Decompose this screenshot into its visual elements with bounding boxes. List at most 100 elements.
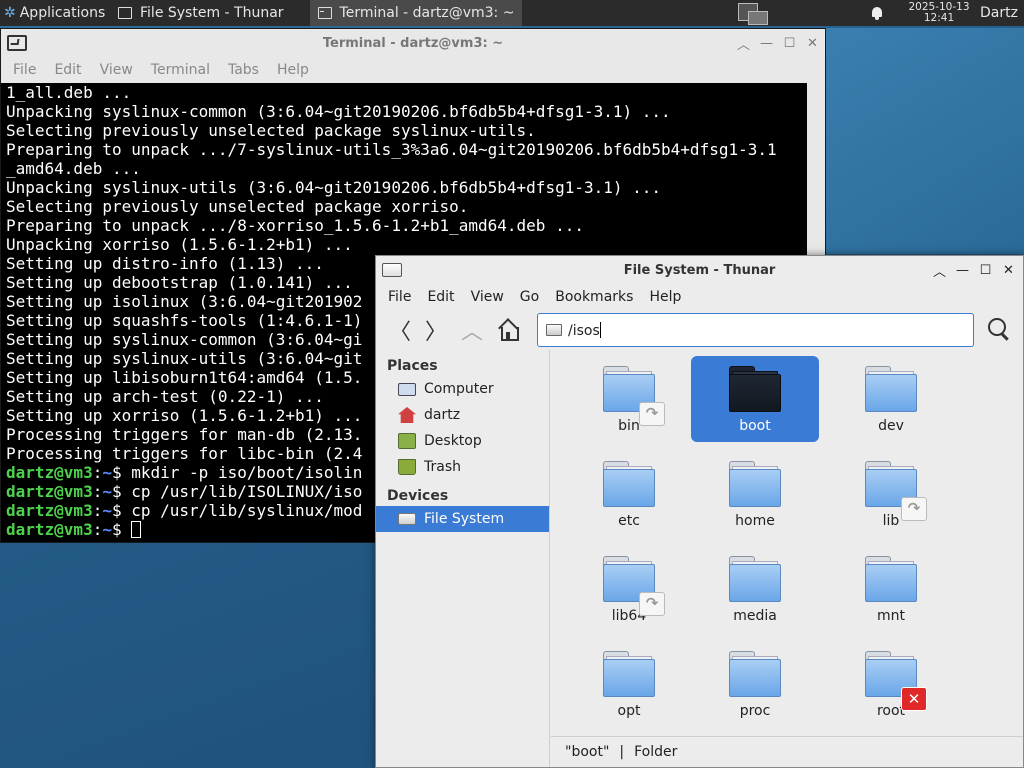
workspace-window-icon (748, 11, 768, 25)
folder-icon (601, 649, 657, 699)
drive-app-icon (382, 263, 402, 277)
file-view[interactable]: bin boot dev etc home lib lib64 media mnt opt proc… (551, 350, 1023, 736)
folder-item-bin[interactable]: bin (565, 356, 693, 442)
thunar-menu-help[interactable]: Help (641, 289, 689, 305)
terminal-line: Selecting previously unselected package … (6, 197, 469, 216)
terminal-menu-view[interactable]: View (92, 62, 141, 78)
folder-icon (863, 554, 919, 604)
home-button[interactable] (490, 313, 526, 347)
folder-item-opt[interactable]: opt (565, 641, 693, 727)
panel-clock[interactable]: 2025-10-13 12:41 (906, 2, 972, 24)
terminal-menu-file[interactable]: File (5, 62, 44, 78)
folder-item-root[interactable]: root (827, 641, 955, 727)
maximize-button-icon[interactable]: ☐ (979, 263, 992, 278)
terminal-line: Unpacking syslinux-common (3:6.04~git201… (6, 102, 671, 121)
folder-item-media[interactable]: media (691, 546, 819, 632)
thunar-menu-edit[interactable]: Edit (419, 289, 462, 305)
folder-item-boot[interactable]: boot (691, 356, 819, 442)
xfce-logo-icon: ✲ (4, 5, 16, 21)
forward-button[interactable]: 〉 (418, 313, 454, 347)
folder-item-home[interactable]: home (691, 451, 819, 537)
workspace-switcher[interactable] (736, 1, 770, 25)
close-button-icon[interactable]: ✕ (1002, 263, 1015, 278)
sidebar-item-desktop[interactable]: Desktop (376, 428, 549, 454)
folder-item-etc[interactable]: etc (565, 451, 693, 537)
folder-item-lib64[interactable]: lib64 (565, 546, 693, 632)
folder-icon (601, 554, 665, 616)
thunar-menu-view[interactable]: View (463, 289, 512, 305)
thunar-title: File System - Thunar (623, 262, 776, 278)
location-bar[interactable]: /isos (537, 313, 974, 347)
folder-item-proc[interactable]: proc (691, 641, 819, 727)
folder-label: etc (618, 513, 640, 529)
terminal-command: cp /usr/lib/syslinux/mod (131, 501, 363, 520)
desktop-wallpaper-shape (826, 28, 1024, 254)
minimize-button-icon[interactable]: — (956, 263, 969, 278)
taskbar-item-label: Terminal - dartz@vm3: ~ (339, 5, 515, 21)
prompt-user: dartz@vm3 (6, 501, 93, 520)
sidebar-item-home[interactable]: dartz (376, 402, 549, 428)
thunar-menu-bookmarks[interactable]: Bookmarks (547, 289, 641, 305)
folder-label: bin (618, 418, 640, 434)
sidebar-item-label: Trash (424, 459, 461, 475)
sidebar-item-label: Desktop (424, 433, 482, 449)
prompt-path: ~ (102, 463, 112, 482)
back-button[interactable]: 〈 (382, 313, 418, 347)
location-input[interactable]: /isos (568, 323, 600, 339)
thunar-menu-go[interactable]: Go (512, 289, 547, 305)
terminal-line: _amd64.deb ... (6, 159, 141, 178)
terminal-menu-terminal[interactable]: Terminal (143, 62, 218, 78)
drive-icon (546, 324, 562, 336)
text-caret (599, 321, 601, 338)
prompt-path: ~ (102, 482, 112, 501)
folder-icon (601, 459, 657, 509)
parent-folder-button[interactable]: ︿ (454, 313, 490, 347)
terminal-titlebar[interactable]: Terminal - dartz@vm3: ~ ︿ — ☐ ✕ (1, 29, 825, 57)
search-icon[interactable] (987, 317, 1011, 341)
shade-button-icon[interactable]: ︿ (933, 261, 946, 280)
file-view-scrollbar[interactable] (1015, 350, 1023, 736)
folder-item-lib[interactable]: lib (827, 451, 955, 537)
thunar-titlebar[interactable]: File System - Thunar ︿ — ☐ ✕ (376, 256, 1023, 284)
terminal-line: Preparing to unpack .../7-syslinux-utils… (6, 140, 777, 159)
folder-item-mnt[interactable]: mnt (827, 546, 955, 632)
shade-button-icon[interactable]: ︿ (737, 34, 750, 53)
minimize-button-icon[interactable]: — (760, 36, 773, 51)
taskbar-item-terminal[interactable]: Terminal - dartz@vm3: ~ (309, 0, 523, 26)
maximize-button-icon[interactable]: ☐ (783, 36, 796, 51)
folder-label: dev (878, 418, 904, 434)
taskbar-item-thunar[interactable]: File System - Thunar (110, 0, 292, 26)
terminal-menu-help[interactable]: Help (269, 62, 317, 78)
desktop-icon (398, 433, 416, 449)
thunar-window: File System - Thunar ︿ — ☐ ✕ File Edit V… (375, 255, 1024, 768)
terminal-menu-tabs[interactable]: Tabs (220, 62, 267, 78)
sidebar-item-label: Computer (424, 381, 494, 397)
clock-time: 12:41 (923, 12, 955, 24)
folder-icon (727, 364, 783, 414)
close-button-icon[interactable]: ✕ (806, 36, 819, 51)
no-access-emblem-icon (901, 687, 927, 711)
user-menu[interactable]: Dartz (980, 5, 1024, 21)
folder-item-dev[interactable]: dev (827, 356, 955, 442)
status-selected-name: "boot" (565, 744, 610, 760)
terminal-line: 1_all.deb ... (6, 83, 132, 102)
prompt-user: dartz@vm3 (6, 482, 93, 501)
thunar-menu-file[interactable]: File (380, 289, 419, 305)
terminal-line: Preparing to unpack .../8-xorriso_1.5.6-… (6, 216, 584, 235)
terminal-line: Selecting previously unselected package … (6, 121, 536, 140)
thunar-toolbar: 〈 〉 ︿ /isos (376, 310, 1023, 350)
terminal-menubar: File Edit View Terminal Tabs Help (1, 57, 825, 83)
sidebar-item-trash[interactable]: Trash (376, 454, 549, 480)
home-icon (498, 320, 519, 341)
prompt-path: ~ (102, 501, 112, 520)
prompt-user: dartz@vm3 (6, 520, 93, 539)
status-selected-type: Folder (634, 744, 678, 760)
symlink-emblem-icon (901, 497, 927, 521)
folder-label: opt (617, 703, 641, 719)
terminal-menu-edit[interactable]: Edit (46, 62, 89, 78)
sidebar-item-computer[interactable]: Computer (376, 376, 549, 402)
applications-menu-button[interactable]: ✲ Applications ≡ (0, 0, 110, 26)
sidebar-heading-places: Places (387, 358, 438, 374)
sidebar-item-file-system[interactable]: File System (376, 506, 549, 532)
notification-bell-icon[interactable] (870, 6, 884, 20)
